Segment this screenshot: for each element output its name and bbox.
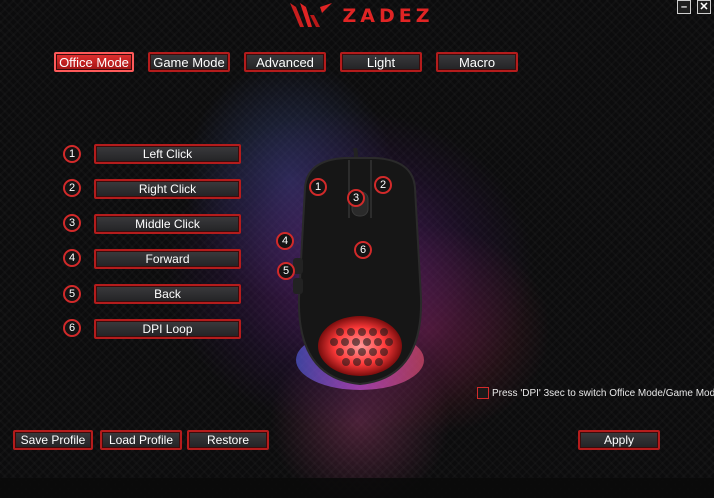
tab-macro[interactable]: Macro xyxy=(436,52,518,72)
mouse-marker-6[interactable]: 6 xyxy=(354,241,372,259)
minimize-button[interactable]: – xyxy=(677,0,691,14)
header: ZADEZ xyxy=(270,0,450,32)
button-number-badge: 3 xyxy=(63,214,81,232)
zadez-logo-icon xyxy=(290,3,333,27)
minimize-icon: – xyxy=(680,0,688,13)
brand-name: ZADEZ xyxy=(342,5,434,27)
button-number-badge: 1 xyxy=(63,145,81,163)
dpi-switch-option[interactable]: Press 'DPI' 3sec to switch Office Mode/G… xyxy=(477,386,714,400)
app-window: ZADEZ – ✕ Office Mode Game Mode Advanced… xyxy=(0,0,714,498)
button-number-badge: 5 xyxy=(63,285,81,303)
save-profile-button[interactable]: Save Profile xyxy=(13,430,93,450)
close-icon: ✕ xyxy=(699,0,709,13)
button-number-badge: 2 xyxy=(63,179,81,197)
button-number-badge: 6 xyxy=(63,319,81,337)
assign-button-1[interactable]: Left Click xyxy=(94,144,241,164)
tab-light[interactable]: Light xyxy=(340,52,422,72)
restore-button[interactable]: Restore xyxy=(187,430,269,450)
assign-button-5[interactable]: Back xyxy=(94,284,241,304)
mouse-marker-4[interactable]: 4 xyxy=(276,232,294,250)
tab-advanced[interactable]: Advanced xyxy=(244,52,326,72)
tab-game-mode[interactable]: Game Mode xyxy=(148,52,230,72)
close-button[interactable]: ✕ xyxy=(697,0,711,14)
tab-office-mode[interactable]: Office Mode xyxy=(54,52,134,72)
bottom-strip xyxy=(0,478,714,498)
mouse-illustration xyxy=(293,148,424,390)
assign-button-3[interactable]: Middle Click xyxy=(94,214,241,234)
apply-button[interactable]: Apply xyxy=(578,430,660,450)
dpi-switch-checkbox[interactable] xyxy=(477,387,489,399)
button-number-badge: 4 xyxy=(63,249,81,267)
dpi-switch-label: Press 'DPI' 3sec to switch Office Mode/G… xyxy=(492,387,714,399)
mouse-marker-3[interactable]: 3 xyxy=(347,189,365,207)
assign-button-2[interactable]: Right Click xyxy=(94,179,241,199)
assign-button-6[interactable]: DPI Loop xyxy=(94,319,241,339)
mouse-marker-2[interactable]: 2 xyxy=(374,176,392,194)
load-profile-button[interactable]: Load Profile xyxy=(100,430,182,450)
assign-button-4[interactable]: Forward xyxy=(94,249,241,269)
mouse-marker-5[interactable]: 5 xyxy=(277,262,295,280)
mouse-marker-1[interactable]: 1 xyxy=(309,178,327,196)
